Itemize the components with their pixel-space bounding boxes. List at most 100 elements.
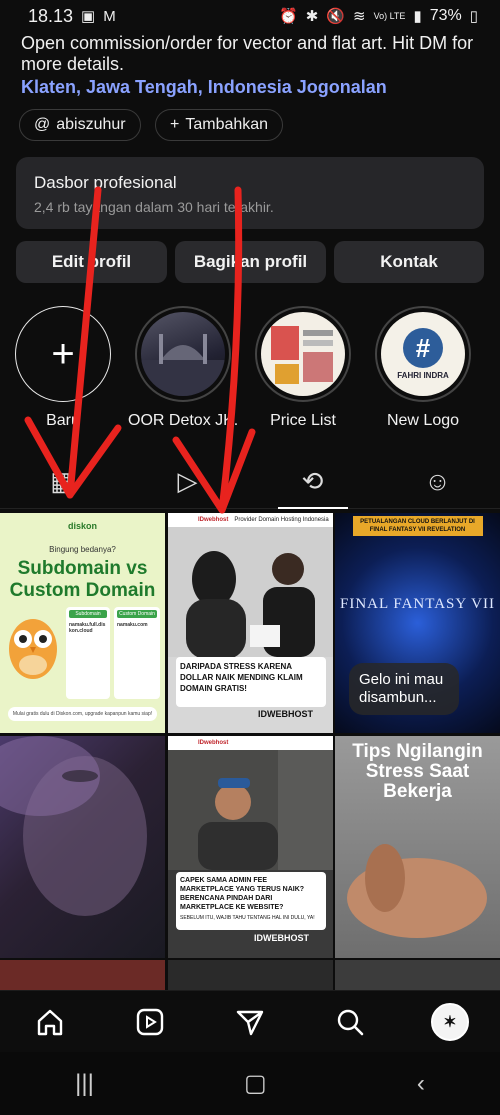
dashboard-title: Dasbor profesional [34, 173, 177, 192]
plus-icon: + [170, 116, 180, 133]
post-portrait[interactable] [0, 736, 165, 958]
card-example: namaku.com [117, 622, 148, 628]
highlight-cover [141, 312, 225, 396]
post-title-line1: Subdomain vs [17, 558, 148, 579]
price-list-thumbnail [271, 326, 333, 384]
post-cta: IDWEBHOST [254, 933, 309, 943]
post-final-fantasy[interactable]: PETUALANGAN CLOUD BERLANJUT DI FINAL FAN… [335, 513, 500, 733]
highlight-cover: # FAHRI INDRA [381, 312, 465, 396]
arms-photo [347, 844, 487, 938]
add-chip[interactable]: + Tambahkan [155, 109, 284, 141]
highlight-label: Price List [270, 412, 336, 429]
bluetooth-icon: ✱ [305, 8, 319, 25]
threads-chip[interactable]: @ abiszuhur [19, 109, 141, 141]
post-cta: IDWEBHOST [258, 709, 313, 719]
highlight-cover [261, 312, 345, 396]
wifi-icon: ≋ [353, 8, 366, 25]
post-partial[interactable] [168, 960, 333, 990]
post-logo: FINAL FANTASY VII [340, 596, 495, 612]
signal-icon: ▮ [413, 8, 422, 25]
bottom-navigation: ✶ [0, 990, 500, 1052]
highlight-item[interactable]: OOR Detox JK... [128, 306, 238, 430]
gallery-icon: ▣ [81, 8, 96, 25]
back-icon[interactable]: ‹ [417, 1070, 425, 1098]
post-title: Tips Ngilangin Stress Saat Bekerja [352, 741, 483, 802]
mute-icon: 🔇 [326, 8, 345, 25]
post-brand: IDwebhost [168, 736, 333, 750]
highlight-label: New Logo [386, 412, 460, 429]
professional-dashboard[interactable]: Dasbor profesional 2,4 rb tayangan dalam… [16, 157, 484, 229]
post-top-banner: PETUALANGAN CLOUD BERLANJUT DI FINAL FAN… [352, 516, 483, 536]
post-idwebhost-dollar[interactable]: IDwebhost Provider Domain Hosting Indone… [168, 513, 333, 733]
reels-icon[interactable] [130, 1002, 170, 1042]
card-heading: Subdomain [69, 610, 107, 618]
home-button-icon[interactable]: ▢ [244, 1069, 267, 1098]
post-headline: DARIPADA STRESS KARENA DOLLAR NAIK MENDI… [176, 657, 326, 707]
post-headline: CAPEK SAMA ADMIN FEE MARKETPLACE YANG TE… [176, 872, 326, 930]
gmail-icon: M [103, 7, 116, 25]
highlight-item[interactable]: # FAHRI INDRA New Logo [368, 306, 478, 430]
people-photo [168, 527, 333, 657]
tab-reels[interactable]: ▷ [125, 455, 250, 508]
comparison-card-subdomain: Subdomain namaku.full.diskon.cloud [66, 607, 110, 699]
logo-caption: FAHRI INDRA [397, 371, 449, 380]
post-title-line2: Custom Domain [9, 580, 156, 601]
profile-bio: Open commission/order for vector and fla… [21, 33, 474, 74]
man-photo [168, 750, 333, 870]
post-subdomain[interactable]: diskon Bingung bedanya? Subdomain vs Cus… [0, 513, 165, 733]
search-icon[interactable] [330, 1002, 370, 1042]
plus-icon: + [51, 331, 75, 376]
post-tagline: Provider Domain Hosting Indonesia [234, 517, 329, 523]
recent-apps-icon[interactable]: ||| [75, 1070, 94, 1098]
tab-reposts[interactable]: ⟲ [250, 455, 375, 509]
profile-tabs: ▦ ▷ ⟲ ☺ [0, 455, 500, 509]
headline-sub: SEBELUM ITU, WAJIB TAHU TENTANG HAL INI … [180, 915, 315, 921]
threads-icon: @ [34, 116, 51, 133]
battery-icon: ▯ [469, 8, 478, 25]
edit-profile-button[interactable]: Edit profil [16, 241, 167, 283]
highlight-item[interactable]: Price List [248, 306, 358, 430]
reels-icon: ▷ [177, 466, 198, 496]
owl-mascot-icon [4, 605, 62, 683]
status-time: 18.13 [28, 5, 74, 26]
post-header: IDwebhost Provider Domain Hosting Indone… [168, 513, 333, 527]
comparison-card-custom: Custom Domain namaku.com [114, 607, 160, 699]
card-heading: Custom Domain [117, 610, 157, 618]
share-profile-button[interactable]: Bagikan profil [175, 241, 326, 283]
tab-tagged[interactable]: ☺ [375, 455, 500, 508]
dashboard-subtitle: 2,4 rb tayangan dalam 30 hari terakhir. [34, 199, 274, 215]
highlight-new[interactable]: + Baru [8, 306, 118, 430]
post-partial[interactable] [335, 960, 500, 990]
add-chip-label: Tambahkan [185, 116, 269, 133]
portrait-image [0, 736, 147, 916]
tagged-person-icon: ☺ [424, 466, 451, 496]
contact-button[interactable]: Kontak [334, 241, 484, 283]
headline-text: CAPEK SAMA ADMIN FEE MARKETPLACE YANG TE… [180, 877, 305, 911]
highlight-label: OOR Detox JK... [128, 412, 238, 429]
home-icon[interactable] [30, 1002, 70, 1042]
status-bar: 18.13 ▣ M ⏰ ✱ 🔇 ≋ Vo) LTE ▮ 73% ▯ [0, 0, 500, 32]
post-footer: Mulai gratis dulu di Diskon.com, upgrade… [8, 707, 157, 721]
alarm-icon: ⏰ [279, 8, 298, 25]
grid-icon: ▦ [50, 466, 75, 496]
post-partial[interactable] [0, 960, 165, 990]
direct-message-icon[interactable] [230, 1002, 270, 1042]
hashtag-logo-icon: # [403, 328, 443, 368]
profile-location-link[interactable]: Klaten, Jawa Tengah, Indonesia Jogonalan [21, 77, 387, 98]
profile-avatar[interactable]: ✶ [430, 1002, 470, 1042]
battery-level: 73% [429, 7, 462, 24]
threads-username: abiszuhur [56, 116, 126, 133]
post-idwebhost-marketplace[interactable]: IDwebhost CAPEK SAMA ADMIN FEE MARKETPLA… [168, 736, 333, 958]
post-question: Bingung bedanya? [49, 545, 116, 554]
repost-icon: ⟲ [301, 466, 324, 496]
avatar: ✶ [431, 1002, 469, 1041]
post-tips-stress[interactable]: Tips Ngilangin Stress Saat Bekerja [335, 736, 500, 958]
mosque-thumbnail [141, 334, 225, 396]
post-caption-bubble: Gelo ini mau disambun... [349, 663, 459, 715]
system-navigation: ||| ▢ ‹ [0, 1052, 500, 1115]
tab-grid[interactable]: ▦ [0, 455, 125, 508]
post-brand: IDwebhost [198, 517, 229, 523]
post-brand: diskon [67, 521, 97, 531]
highlight-label: Baru [46, 412, 80, 429]
card-example: namaku.full.diskon.cloud [69, 622, 106, 634]
